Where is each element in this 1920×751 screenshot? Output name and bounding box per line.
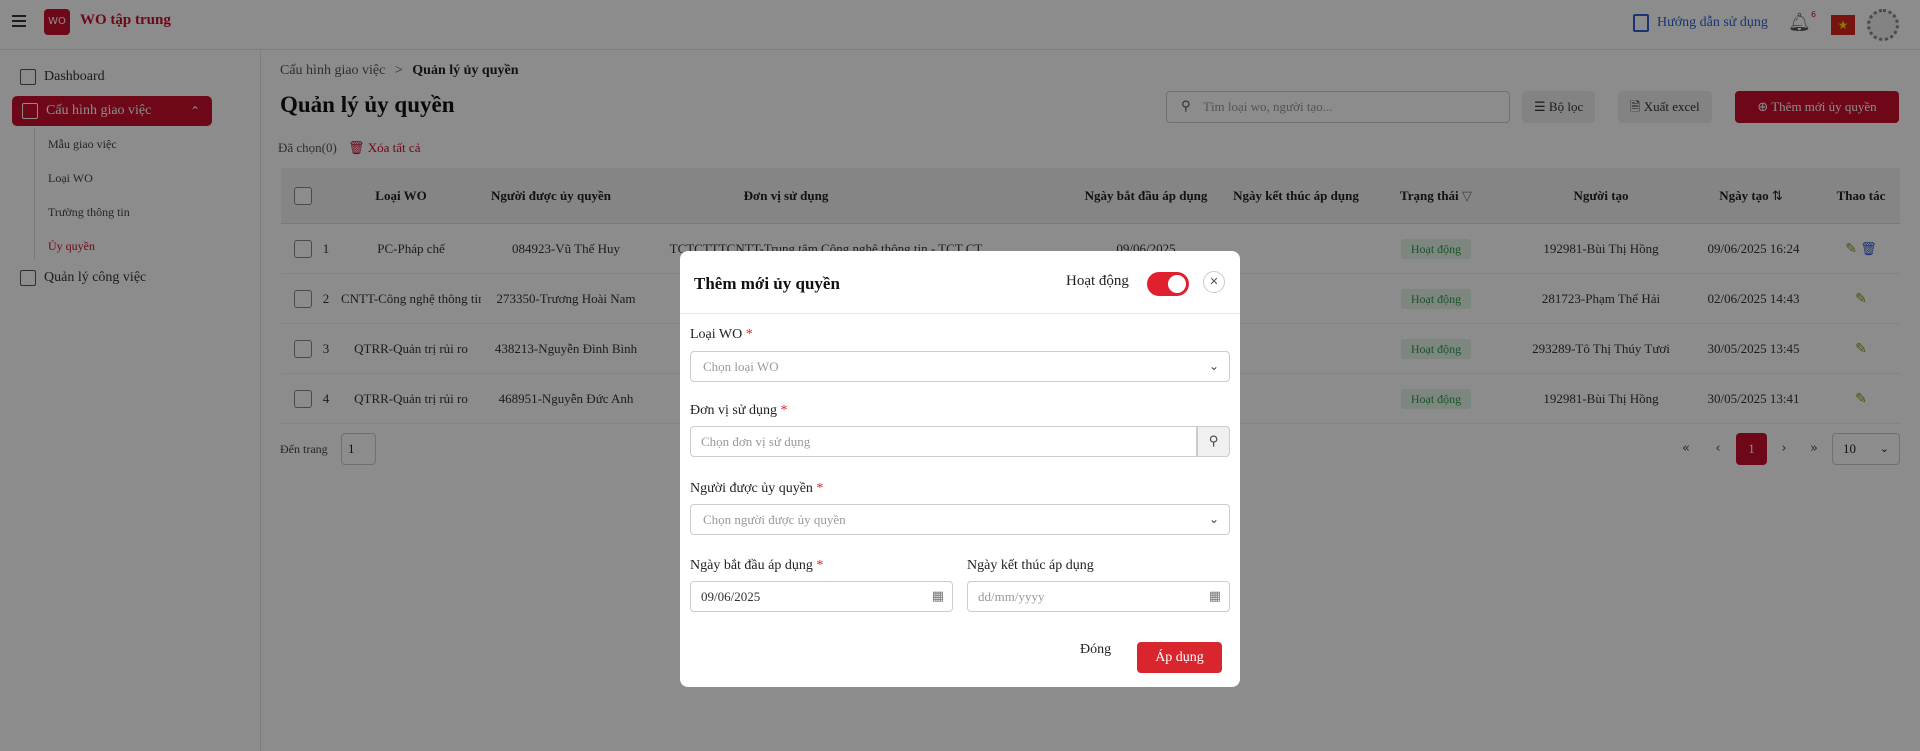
add-delegation-modal: Thêm mới ủy quyền Hoạt động ✕ Loại WO * … xyxy=(680,251,1240,687)
delegate-placeholder: Chọn người được ủy quyền xyxy=(703,512,846,527)
end-date-placeholder: dd/mm/yyyy xyxy=(978,589,1045,604)
wo-type-label: Loại WO * xyxy=(690,327,753,343)
wo-type-placeholder: Chọn loại WO xyxy=(703,359,779,374)
required-mark: * xyxy=(816,558,824,573)
end-date-input[interactable]: dd/mm/yyyy ▦ xyxy=(967,581,1230,612)
close-button[interactable]: Đóng xyxy=(1080,642,1111,658)
active-toggle-label: Hoạt động xyxy=(1066,273,1129,289)
active-toggle[interactable] xyxy=(1147,272,1189,296)
start-date-label: Ngày bắt đầu áp dụng * xyxy=(690,558,823,574)
start-date-label-text: Ngày bắt đầu áp dụng xyxy=(690,558,813,573)
calendar-icon[interactable]: ▦ xyxy=(932,582,944,611)
required-mark: * xyxy=(780,403,788,418)
person-label: Người được ủy quyền * xyxy=(690,481,823,497)
person-label-text: Người được ủy quyền xyxy=(690,481,813,496)
unit-label-text: Đơn vị sử dụng xyxy=(690,403,777,418)
unit-search-icon[interactable]: ⚲ xyxy=(1197,426,1230,457)
required-mark: * xyxy=(816,481,824,496)
chevron-down-icon: ⌄ xyxy=(1208,359,1219,373)
required-mark: * xyxy=(745,327,753,342)
start-date-input[interactable]: 09/06/2025 ▦ xyxy=(690,581,953,612)
modal-divider xyxy=(680,313,1240,314)
unit-placeholder: Chọn đơn vị sử dụng xyxy=(701,434,811,449)
apply-button[interactable]: Áp dụng xyxy=(1137,642,1222,673)
wo-type-label-text: Loại WO xyxy=(690,327,743,342)
delegate-select[interactable]: Chọn người được ủy quyền ⌄ xyxy=(690,504,1230,535)
modal-title: Thêm mới ủy quyền xyxy=(694,274,840,293)
close-icon[interactable]: ✕ xyxy=(1203,271,1225,293)
unit-input[interactable]: Chọn đơn vị sử dụng xyxy=(690,426,1197,457)
end-date-label: Ngày kết thúc áp dụng xyxy=(967,558,1094,573)
unit-label: Đơn vị sử dụng * xyxy=(690,403,787,419)
start-date-value: 09/06/2025 xyxy=(701,589,761,604)
chevron-down-icon: ⌄ xyxy=(1208,512,1219,526)
calendar-icon[interactable]: ▦ xyxy=(1209,582,1221,611)
wo-type-select[interactable]: Chọn loại WO ⌄ xyxy=(690,351,1230,382)
